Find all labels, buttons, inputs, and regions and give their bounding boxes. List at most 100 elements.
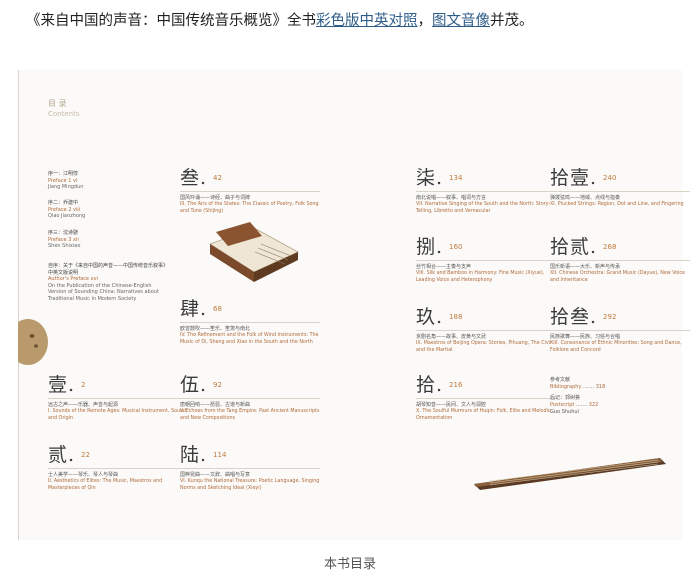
- preface-author: Jiang Mingdun: [48, 184, 84, 190]
- chapter-number: 拾叁.: [550, 306, 598, 328]
- toc-title: 目 录: [48, 99, 67, 108]
- chapter-page: 216: [449, 381, 463, 389]
- chapter-page: 22: [81, 451, 90, 459]
- chapter-rule: [416, 398, 556, 399]
- preface-en: Author's Preface: [48, 276, 90, 282]
- chapter-title-en: XII. Chinese Orchestra: Grand Music (Day…: [550, 271, 685, 283]
- chapter-title-en: VIII. Silk and Bamboo in Harmony: Fine M…: [416, 271, 545, 283]
- chapter-page: 114: [213, 451, 227, 459]
- chapter-page: 240: [603, 174, 617, 182]
- intro-text-before: 《来自中国的声音：中国传统音乐概览》全书: [26, 13, 316, 29]
- chapter-page: 188: [449, 313, 463, 321]
- chapter-1: 壹. 2 远古之声——乐器、声音与起源 I. Sounds of the Remo…: [48, 374, 188, 422]
- chapter-2: 贰. 22 士人美学——琴乐、琴人与琴曲 II. Aesthetics of El…: [48, 444, 188, 492]
- preface-2: 序二：乔建中 Preface 2 viii Qiao Jianzhong: [48, 200, 168, 220]
- chapter-number: 贰.: [48, 444, 76, 466]
- chapter-page: 160: [449, 243, 463, 251]
- bibliography-en: Bibliography: [550, 384, 582, 390]
- chapter-9: 玖. 188 京剧名角——故事、皮黄与文武 IX. Maestros of Bei…: [416, 306, 556, 354]
- preface-author: On the Publication of the Chinese-Englis…: [48, 282, 159, 302]
- chapter-rule: [180, 468, 320, 469]
- chapter-title-en: IV. The Refinement and the Folk of Wind …: [180, 333, 319, 345]
- chapter-page: 134: [449, 174, 463, 182]
- chapter-title-en: IX. Maestros of Beijing Opera: Stories, …: [416, 341, 552, 353]
- chapter-title-en: II. Aesthetics of Elites: The Music, Mae…: [48, 479, 162, 491]
- chapter-rule: [180, 191, 320, 192]
- chapter-title-en: XI. Plucked Strings: Region, Dot and Lin…: [550, 202, 684, 207]
- bibliography-section: 参考文献 Bibliography ....... 318 后记：郭树荟 Pos…: [550, 377, 670, 416]
- preface-en: Preface 2: [48, 206, 72, 213]
- chapter-title-zh: 远古之声——乐器、声音与起源: [48, 402, 119, 408]
- preface-page: vi: [72, 177, 78, 184]
- chapter-rule: [48, 468, 188, 469]
- preface-author: Shen Shixiao: [48, 243, 81, 249]
- chapter-number: 柒.: [416, 167, 444, 189]
- chapter-rule: [416, 330, 556, 331]
- chapter-page: 268: [603, 243, 617, 251]
- chapter-title-zh: 国风吟诵——诗经、曲子与词牌: [180, 195, 251, 201]
- chapter-title-zh: 京剧名角——故事、皮黄与文武: [416, 334, 487, 340]
- bilingual-color-link[interactable]: 彩色版中英对照: [316, 13, 418, 29]
- bibliography-page: 318: [595, 384, 606, 390]
- page-edge-line: [18, 70, 19, 540]
- intro-text-after: 并茂。: [490, 13, 534, 29]
- chapter-rule: [180, 398, 320, 399]
- chapter-title-en: I. Sounds of the Remote Ages: Musical In…: [48, 409, 187, 421]
- chapter-8: 捌. 160 丝竹相合——主奏与支声 VIII. Silk and Bamboo …: [416, 236, 556, 284]
- chapter-title-zh: 唐朝回响——琵琶、古谱与新曲: [180, 402, 251, 408]
- chapter-rule: [550, 260, 690, 261]
- figure-caption: 本书目录: [323, 557, 376, 572]
- chapter-number: 陆.: [180, 444, 208, 466]
- chapter-page: 68: [213, 305, 222, 313]
- postscript-zh: 后记：郭树荟: [550, 395, 581, 401]
- chapter-number: 壹.: [48, 374, 76, 396]
- chapter-title-en: XIII. Consonance of Ethnic Minorities: S…: [550, 341, 682, 353]
- chapter-page: 292: [603, 313, 617, 321]
- chapter-rule: [550, 330, 690, 331]
- chapter-title-en: VII. Narrative Singing of the South and …: [416, 202, 551, 214]
- chapter-4: 肆. 68 欧曾鼓吹——笙乐、笙箫与南北 IV. The Refinement a…: [180, 298, 320, 346]
- chapter-number: 拾贰.: [550, 236, 598, 258]
- intro-paragraph: 《来自中国的声音：中国传统音乐概览》全书彩色版中英对照，图文音像并茂。: [26, 8, 686, 34]
- preface-page: xii: [72, 236, 79, 243]
- chapter-number: 肆.: [180, 298, 208, 320]
- chapter-page: 42: [213, 174, 222, 182]
- chapter-title-zh: 胡琴知音——民间、文人与润腔: [416, 402, 487, 408]
- chapter-13: 拾叁. 292 民族歌舞——民族、习俗与合唱 XIII. Consonance o…: [550, 306, 690, 354]
- chapter-rule: [416, 191, 556, 192]
- preface-page: viii: [72, 206, 81, 213]
- chapter-6: 陆. 114 国粹昆曲——文辞、曲唱与写意 VI. Kunqu the Natio…: [180, 444, 320, 492]
- chapter-title-zh: 丝竹相合——主奏与支声: [416, 264, 472, 270]
- chapter-title-en: VI. Kunqu the National Treasure: Poetic …: [180, 479, 320, 491]
- chapter-title-zh: 士人美学——琴乐、琴人与琴曲: [48, 472, 119, 478]
- bibliography-zh: 参考文献: [550, 377, 571, 383]
- multimedia-link[interactable]: 图文音像: [432, 13, 490, 29]
- chapter-3: 叁. 42 国风吟诵——诗经、曲子与词牌 III. The Airs of the…: [180, 167, 320, 215]
- chapter-page: 92: [213, 381, 222, 389]
- chapter-number: 玖.: [416, 306, 444, 328]
- chapter-title-zh: 欧曾鼓吹——笙乐、笙箫与南北: [180, 326, 251, 332]
- chapter-page: 2: [81, 381, 86, 389]
- chapter-rule: [180, 322, 320, 323]
- chapter-10: 拾. 216 胡琴知音——民间、文人与润腔 X. The Soulful Murm…: [416, 374, 556, 422]
- chapter-7: 柒. 134 南北说唱——叙事、唱词与方言 VII. Narrative Sing…: [416, 167, 556, 215]
- chapter-11: 拾壹. 240 弹拨弦鸣——地域、点线与指奏 XI. Plucked String…: [550, 167, 690, 209]
- chapter-title-en: III. The Airs of the States: The Classic…: [180, 202, 319, 214]
- chapter-title-en: V. Echoes from the Tang Empire: Past Anc…: [180, 409, 320, 421]
- chapter-title-zh: 国粹昆曲——文辞、曲唱与写意: [180, 472, 251, 478]
- postscript-page: 322: [588, 402, 599, 408]
- chapter-title-zh: 弹拨弦鸣——地域、点线与指奏: [550, 195, 621, 201]
- ancient-book-illustration: [209, 222, 299, 282]
- chapter-rule: [550, 191, 690, 192]
- intro-text-mid: ，: [417, 13, 433, 29]
- preface-zh: 自序：关于《来自中国的声音——中国传统音乐叙事》中英文版说明: [48, 263, 169, 276]
- chapter-rule: [416, 260, 556, 261]
- preface-1: 序一：江明惇 Preface 1 vi Jiang Mingdun: [48, 171, 168, 191]
- postscript-author: Guo Shuhui: [550, 409, 579, 415]
- preface-4: 自序：关于《来自中国的声音——中国传统音乐叙事》中英文版说明 Author's …: [48, 263, 168, 302]
- preface-author: Qiao Jianzhong: [48, 213, 86, 219]
- chapter-title-zh: 南北说唱——叙事、唱词与方言: [416, 195, 487, 201]
- preface-page: xvi: [90, 276, 98, 282]
- chapter-12: 拾贰. 268 国乐新语——大乐、新声与传承 XII. Chinese Orche…: [550, 236, 690, 284]
- chapter-number: 叁.: [180, 167, 208, 189]
